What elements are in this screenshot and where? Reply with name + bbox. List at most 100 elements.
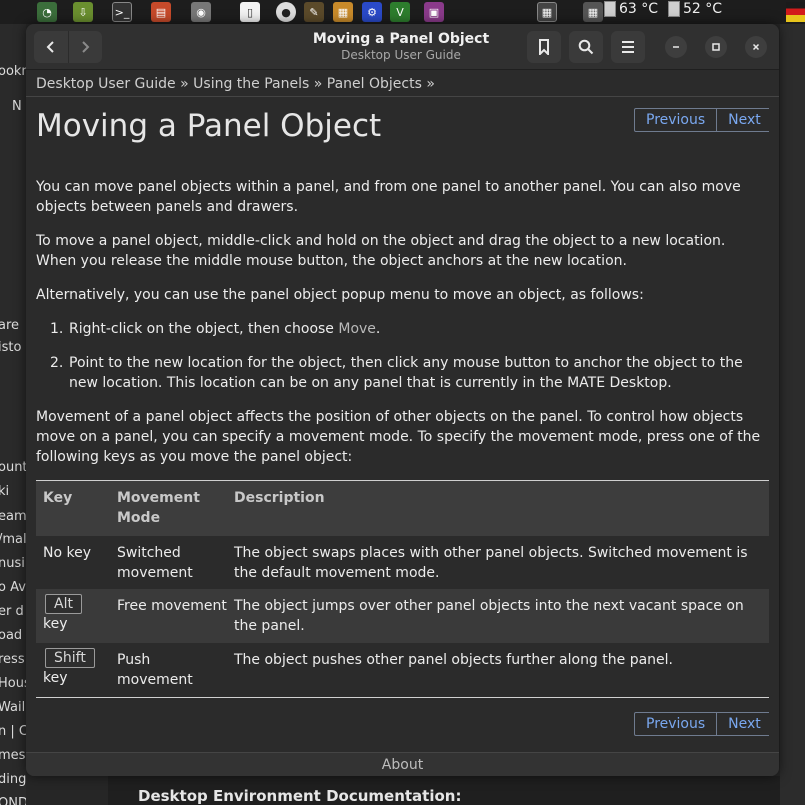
system-monitor-icon[interactable]: ◔ (37, 2, 57, 22)
column-header-key: Key (43, 490, 73, 506)
back-button[interactable] (34, 31, 68, 63)
bg-fragment: ookm (0, 64, 26, 79)
key-cap-alt: Alt (45, 594, 82, 614)
paragraph: You can move panel objects within a pane… (36, 179, 741, 215)
bg-fragment: eam (0, 509, 26, 524)
table-row: No key Switched movement The object swap… (36, 536, 769, 589)
close-button[interactable] (745, 36, 767, 58)
breadcrumb: Desktop User Guide » Using the Panels » … (26, 71, 779, 97)
camera-icon[interactable]: ◉ (191, 2, 211, 22)
download-manager-icon[interactable]: ⇩ (73, 2, 93, 22)
mode-cell: Free movement (117, 598, 227, 614)
keyboard-layout-flag-icon[interactable] (786, 2, 805, 22)
step-text-after: . (375, 321, 381, 337)
system-panel: ◔ ⇩ >_ ▤ ◉ ▯ ● ✎ ▦ ⚙ V ▣ ▦ ▦ 63 °C 52 °C (0, 0, 805, 24)
bg-fragment: mes (0, 748, 26, 763)
description-cell: The object jumps over other panel object… (234, 598, 744, 634)
key-label: key (43, 616, 68, 632)
bg-fragment: nusi (0, 556, 25, 571)
page-content: Moving a Panel Object Previous Next You … (36, 98, 769, 752)
menu-button[interactable] (611, 31, 645, 63)
window-title: Moving a Panel Object (312, 31, 490, 47)
description-cell: The object pushes other panel objects fu… (234, 652, 673, 668)
description-cell: The object swaps places with other panel… (234, 545, 748, 581)
bg-fragment: /mal (0, 532, 26, 547)
paragraph: Alternatively, you can use the panel obj… (36, 287, 644, 303)
gear-icon[interactable]: ⚙ (362, 2, 382, 22)
disc-icon[interactable]: ● (276, 2, 296, 22)
bookmark-button[interactable] (527, 31, 561, 63)
background-window-sidebar: ookm N are isto ount ki eam /mal nusi o … (0, 24, 26, 805)
bg-fragment: Hous (0, 676, 26, 691)
bg-fragment: n | C (0, 724, 26, 739)
next-link[interactable]: Next (716, 109, 769, 131)
bg-fragment: ding Cassell.. (0, 772, 26, 787)
gpu-temp: 52 °C (668, 1, 722, 17)
paragraph: Movement of a panel object affects the p… (36, 409, 761, 465)
gui-menu-item-move: Move (338, 321, 376, 337)
screenshot-icon[interactable]: ▣ (424, 2, 444, 22)
page-title: Moving a Panel Object (36, 108, 382, 144)
forward-button[interactable] (68, 31, 102, 63)
close-icon (752, 43, 760, 51)
step-text: Point to the new location for the object… (69, 355, 743, 391)
cpu-temp-value: 63 °C (619, 1, 659, 17)
breadcrumb-separator: » (313, 76, 323, 92)
breadcrumb-separator: » (180, 76, 189, 92)
previous-link[interactable]: Previous (635, 713, 716, 735)
bookmark-icon (539, 39, 549, 55)
mode-cell: Push movement (117, 652, 193, 688)
gpu-chip-icon (668, 1, 680, 17)
top-pager: Previous Next (634, 108, 769, 132)
table-header-row: Key Movement Mode Description (36, 481, 769, 536)
help-window: Moving a Panel Object Desktop User Guide… (26, 24, 779, 776)
paragraph: To move a panel object, middle-click and… (36, 233, 726, 269)
step-text: Right-click on the object, then choose M… (69, 319, 769, 339)
bottom-pager: Previous Next (634, 712, 769, 736)
calculator-icon[interactable]: ▦ (583, 2, 603, 22)
bg-fragment: oad (0, 628, 23, 643)
terminal-icon[interactable]: >_ (112, 2, 132, 22)
chevron-right-icon (82, 41, 90, 53)
key-cell: No key (43, 545, 91, 561)
breadcrumb-link-panels[interactable]: Using the Panels (193, 76, 309, 92)
bg-fragment: ount (0, 460, 26, 475)
checkerboard-icon[interactable]: ▦ (333, 2, 353, 22)
key-cell: Alt key (43, 594, 113, 634)
workspace-switcher-icon[interactable]: ▦ (537, 2, 557, 22)
cpu-chip-icon (604, 1, 616, 17)
archive-manager-icon[interactable]: ▤ (151, 2, 171, 22)
maximize-icon (712, 43, 720, 51)
bg-fragment: er d (0, 604, 24, 619)
header-bar: Moving a Panel Object Desktop User Guide (26, 24, 779, 70)
column-header-description: Description (234, 490, 325, 506)
column-header-movement-mode: Movement Mode (117, 490, 200, 526)
cpu-temp: 63 °C (604, 1, 658, 17)
key-label: key (43, 670, 68, 686)
history-nav (34, 31, 102, 63)
footer-about-link[interactable]: About (26, 752, 779, 776)
hamburger-menu-icon (622, 41, 634, 53)
breadcrumb-separator: » (426, 76, 435, 92)
background-window-right-edge (780, 24, 805, 805)
minimize-button[interactable] (665, 36, 687, 58)
table-row: Alt key Free movement The object jumps o… (36, 589, 769, 643)
key-cell: Shift key (43, 648, 113, 688)
breadcrumb-link-panel-objects[interactable]: Panel Objects (327, 76, 422, 92)
breadcrumb-link-guide[interactable]: Desktop User Guide (36, 76, 176, 92)
document-icon[interactable]: ▯ (240, 2, 260, 22)
search-button[interactable] (569, 31, 603, 63)
vim-icon[interactable]: V (390, 2, 410, 22)
gpu-temp-value: 52 °C (683, 1, 723, 17)
gimp-icon[interactable]: ✎ (304, 2, 324, 22)
next-link[interactable]: Next (716, 713, 769, 735)
maximize-button[interactable] (705, 36, 727, 58)
step-number: 1. (50, 321, 64, 337)
key-cap-shift: Shift (45, 648, 95, 668)
previous-link[interactable]: Previous (635, 109, 716, 131)
step-item: 2. Point to the new location for the obj… (50, 353, 769, 393)
background-heading: Desktop Environment Documentation: (138, 787, 462, 805)
bg-fragment: o Av (0, 580, 26, 595)
step-number: 2. (50, 355, 64, 371)
bg-fragment: ress (0, 652, 25, 667)
